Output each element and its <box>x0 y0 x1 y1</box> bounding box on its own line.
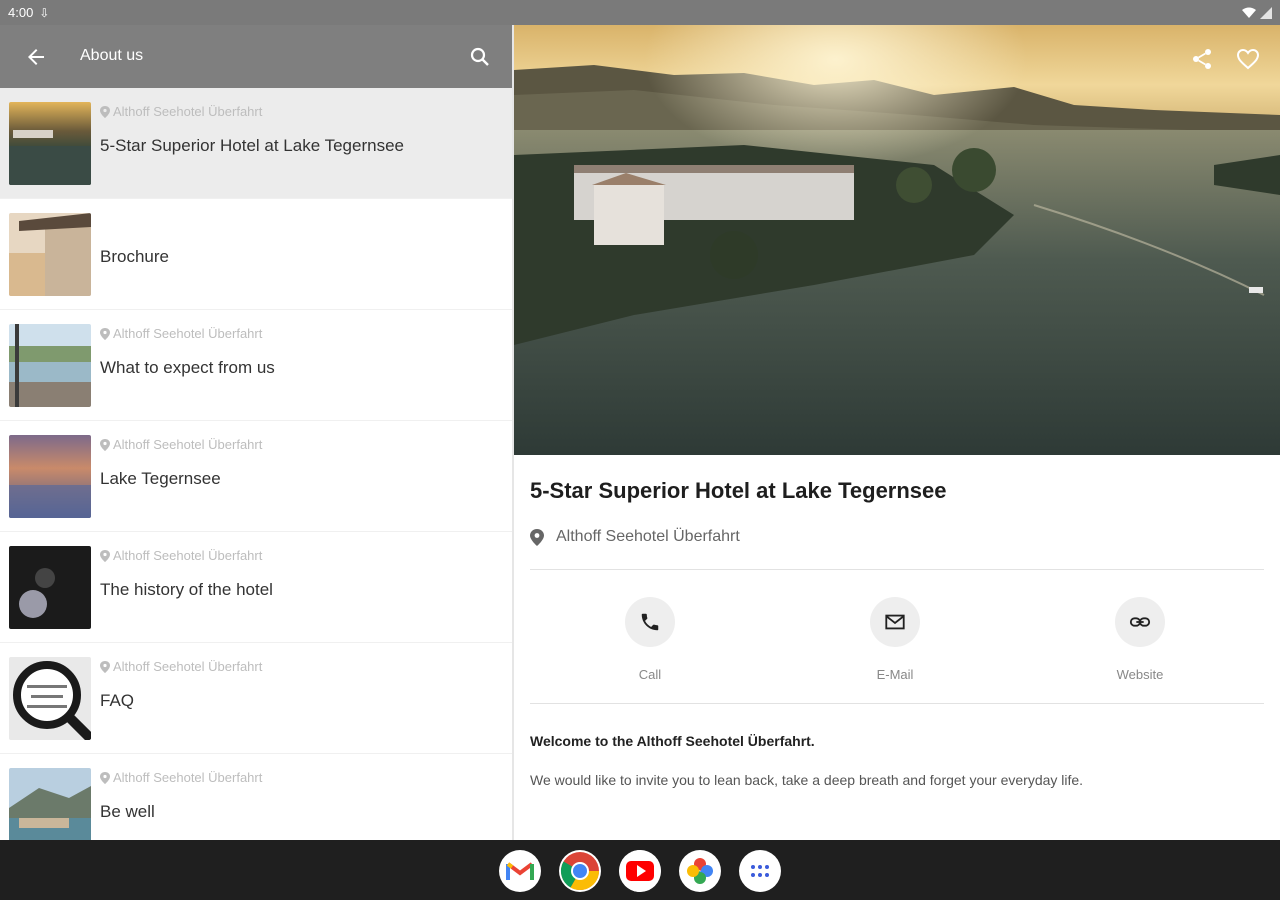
signal-icon <box>1260 6 1272 19</box>
thumbnail-lake <box>9 435 91 518</box>
location-pin-icon <box>100 105 110 118</box>
taskbar <box>0 840 1280 900</box>
website-label: Website <box>1116 667 1164 682</box>
thumbnail-history <box>9 546 91 629</box>
list-item[interactable]: Althoff Seehotel Überfahrt What to expec… <box>0 310 512 421</box>
list-item-label: Be well <box>100 802 155 821</box>
call-circle[interactable] <box>625 597 675 647</box>
list-item-label: Lake Tegernsee <box>100 469 221 488</box>
thumbnail-wellness <box>9 768 91 840</box>
list-item-label: FAQ <box>100 691 135 710</box>
list-item-label: Brochure <box>100 247 169 266</box>
photos-icon[interactable] <box>679 850 721 892</box>
search-icon[interactable] <box>468 45 492 69</box>
divider <box>530 703 1264 704</box>
location-pin-icon <box>100 549 110 562</box>
link-icon <box>1129 617 1151 627</box>
heart-icon[interactable] <box>1236 47 1260 71</box>
call-label: Call <box>638 667 662 682</box>
email-circle[interactable] <box>870 597 920 647</box>
website-button[interactable]: Website <box>1090 597 1190 682</box>
phone-icon <box>641 613 659 631</box>
youtube-icon[interactable] <box>619 850 661 892</box>
content-list: Althoff Seehotel Überfahrt 5-Star Superi… <box>0 88 512 840</box>
page-title: About us <box>80 47 144 64</box>
thumbnail-terrace <box>9 324 91 407</box>
thumbnail-hotel <box>9 102 91 185</box>
list-item[interactable]: Althoff Seehotel Überfahrt Lake Tegernse… <box>0 421 512 532</box>
wifi-icon <box>1242 7 1256 18</box>
welcome-text: We would like to invite you to lean back… <box>530 772 1084 788</box>
email-label: E-Mail <box>876 667 914 682</box>
list-item-label: What to expect from us <box>100 358 275 377</box>
list-item-label: 5-Star Superior Hotel at Lake Tegernsee <box>100 136 404 155</box>
gmail-icon[interactable] <box>499 850 541 892</box>
list-item-location: Althoff Seehotel Überfahrt <box>100 548 262 563</box>
list-item[interactable]: Althoff Seehotel Überfahrt FAQ <box>0 643 512 754</box>
website-circle[interactable] <box>1115 597 1165 647</box>
hero-image <box>514 25 1280 455</box>
detail-pane: 5-Star Superior Hotel at Lake Tegernsee … <box>514 25 1280 840</box>
back-arrow-icon[interactable] <box>24 45 48 69</box>
list-item-location: Althoff Seehotel Überfahrt <box>100 770 262 785</box>
apps-icon[interactable] <box>739 850 781 892</box>
location-pin-icon <box>100 660 110 673</box>
thumbnail-brochure <box>9 213 91 296</box>
list-item[interactable]: Althoff Seehotel Überfahrt Be well <box>0 754 512 840</box>
list-item-location: Althoff Seehotel Überfahrt <box>100 437 262 452</box>
detail-location: Althoff Seehotel Überfahrt <box>530 528 740 546</box>
list-item-label: The history of the hotel <box>100 580 273 599</box>
share-icon[interactable] <box>1190 47 1214 71</box>
list-item[interactable]: Brochure <box>0 199 512 310</box>
list-pane: About us Althoff Seehotel Überfahrt 5-St… <box>0 25 512 840</box>
list-item-location: Althoff Seehotel Überfahrt <box>100 659 262 674</box>
list-item[interactable]: Althoff Seehotel Überfahrt 5-Star Superi… <box>0 88 512 199</box>
detail-title: 5-Star Superior Hotel at Lake Tegernsee <box>530 478 947 503</box>
thumbnail-faq <box>9 657 91 740</box>
email-button[interactable]: E-Mail <box>845 597 945 682</box>
call-button[interactable]: Call <box>600 597 700 682</box>
divider <box>530 569 1264 570</box>
location-pin-icon <box>530 528 544 546</box>
location-pin-icon <box>100 438 110 451</box>
welcome-heading: Welcome to the Althoff Seehotel Überfahr… <box>530 733 815 749</box>
list-item-location: Althoff Seehotel Überfahrt <box>100 104 262 119</box>
mail-icon <box>885 614 905 630</box>
chrome-icon[interactable] <box>559 850 601 892</box>
list-item-location: Althoff Seehotel Überfahrt <box>100 326 262 341</box>
app-bar: About us <box>0 25 512 88</box>
list-item[interactable]: Althoff Seehotel Überfahrt The history o… <box>0 532 512 643</box>
location-pin-icon <box>100 771 110 784</box>
status-time: 4:00 <box>8 5 34 20</box>
status-bar: 4:00 ⇩ <box>0 0 1280 25</box>
download-icon: ⇩ <box>39 5 50 20</box>
location-pin-icon <box>100 327 110 340</box>
